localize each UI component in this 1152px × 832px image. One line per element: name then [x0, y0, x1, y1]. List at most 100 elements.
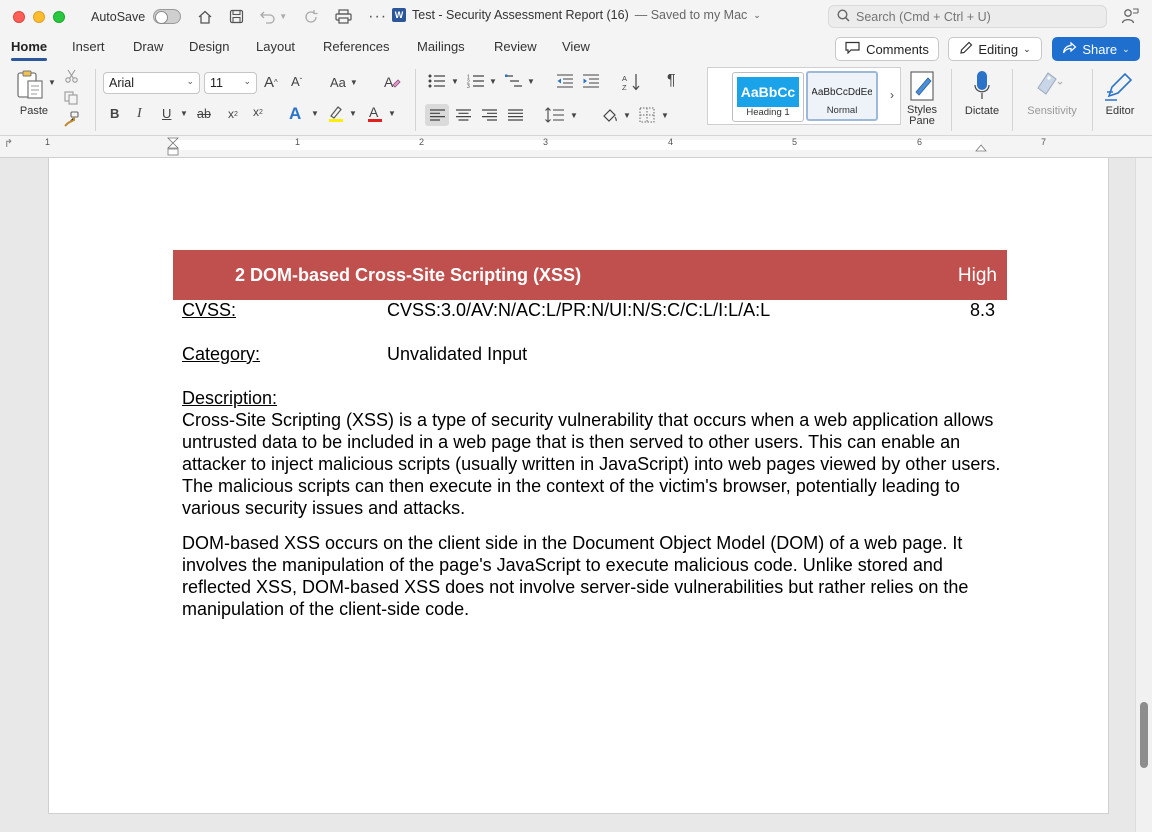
show-formatting-icon[interactable]: ¶: [667, 72, 676, 90]
dictate-button[interactable]: [970, 68, 994, 102]
style-heading-1[interactable]: AaBbCc Heading 1: [732, 72, 804, 122]
underline-options-chevron-icon[interactable]: ▼: [180, 109, 188, 118]
comments-button[interactable]: Comments: [835, 37, 939, 61]
style-normal[interactable]: AaBbCcDdEe Normal: [806, 71, 878, 121]
more-icon[interactable]: ···: [368, 8, 387, 26]
tab-selector-icon[interactable]: ↱: [4, 137, 13, 150]
copy-icon[interactable]: [64, 91, 78, 105]
cvss-label[interactable]: CVSS:: [182, 300, 236, 321]
highlight-icon[interactable]: [327, 104, 345, 122]
styles-more-chevron-icon[interactable]: ›: [890, 88, 894, 102]
bold-button[interactable]: B: [110, 106, 119, 121]
cvss-score[interactable]: 8.3: [970, 300, 995, 321]
align-left-button[interactable]: [425, 104, 449, 126]
minimize-window-button[interactable]: [33, 10, 45, 23]
editor-button[interactable]: [1103, 69, 1135, 103]
tab-insert[interactable]: Insert: [72, 39, 105, 54]
underline-button[interactable]: U: [162, 106, 171, 121]
finding-title[interactable]: 2 DOM-based Cross-Site Scripting (XSS): [235, 265, 581, 286]
share-button[interactable]: Share ⌄: [1052, 37, 1140, 61]
bullets-chevron-icon[interactable]: ▼: [451, 77, 459, 86]
shading-chevron-icon[interactable]: ▼: [623, 111, 631, 120]
document-title: Test - Security Assessment Report (16): [412, 8, 629, 22]
format-painter-icon[interactable]: [63, 111, 79, 127]
change-case-icon[interactable]: Aa ▼: [330, 75, 358, 90]
close-window-button[interactable]: [13, 10, 25, 23]
numbering-chevron-icon[interactable]: ▼: [489, 77, 497, 86]
document-page[interactable]: 2 DOM-based Cross-Site Scripting (XSS) H…: [48, 158, 1109, 814]
font-name-dropdown[interactable]: Arial ⌄: [103, 72, 200, 94]
category-label[interactable]: Category:: [182, 344, 260, 365]
align-right-icon[interactable]: [482, 109, 497, 121]
align-center-icon[interactable]: [456, 109, 471, 121]
grow-font-icon[interactable]: A ^: [264, 74, 278, 91]
text-effects-icon[interactable]: A: [289, 104, 301, 124]
numbering-icon[interactable]: 123: [467, 74, 485, 88]
zoom-window-button[interactable]: [53, 10, 65, 23]
ribbon-tabs: Home Insert Draw Design Layout Reference…: [0, 33, 1152, 63]
strikethrough-button[interactable]: ab: [197, 107, 211, 121]
home-ribbon: ▼ Paste Arial ⌄ 11 ⌄ A ^ Aˇ Aa ▼ A B I U …: [0, 63, 1152, 136]
tab-view[interactable]: View: [562, 39, 590, 54]
indent-marker-icon[interactable]: [167, 137, 179, 160]
italic-button[interactable]: I: [137, 106, 142, 122]
tab-layout[interactable]: Layout: [256, 39, 295, 54]
document-title-area[interactable]: W Test - Security Assessment Report (16)…: [392, 8, 761, 22]
dictate-label: Dictate: [964, 105, 1000, 117]
increase-indent-icon[interactable]: [582, 74, 600, 88]
redo-icon[interactable]: [303, 9, 319, 25]
sort-icon[interactable]: AZ: [622, 73, 642, 91]
sensitivity-button[interactable]: [1034, 69, 1064, 99]
autosave-toggle[interactable]: [153, 9, 182, 24]
borders-chevron-icon[interactable]: ▼: [661, 111, 669, 120]
superscript-icon[interactable]: x2: [253, 105, 263, 119]
text-effects-chevron-icon[interactable]: ▼: [311, 109, 319, 118]
vertical-scrollbar[interactable]: [1135, 158, 1152, 832]
tab-references[interactable]: References: [323, 39, 389, 54]
styles-pane-button[interactable]: [909, 69, 937, 103]
cut-icon[interactable]: [64, 69, 78, 83]
decrease-indent-icon[interactable]: [556, 74, 574, 88]
tab-review[interactable]: Review: [494, 39, 537, 54]
justify-icon[interactable]: [508, 109, 523, 121]
undo-icon[interactable]: ▼: [260, 10, 287, 24]
borders-icon[interactable]: [639, 107, 655, 123]
home-icon[interactable]: [197, 9, 213, 25]
clear-formatting-icon[interactable]: A: [383, 74, 401, 90]
description-paragraph-2[interactable]: DOM-based XSS occurs on the client side …: [182, 532, 1002, 620]
tab-mailings[interactable]: Mailings: [417, 39, 465, 54]
ruler-number: 3: [543, 137, 549, 147]
highlight-chevron-icon[interactable]: ▼: [349, 109, 357, 118]
search-box[interactable]: [828, 5, 1107, 28]
scrollbar-thumb[interactable]: [1140, 702, 1148, 768]
tab-design[interactable]: Design: [189, 39, 229, 54]
save-icon[interactable]: [229, 9, 244, 24]
shrink-font-icon[interactable]: Aˇ: [291, 74, 302, 89]
paste-button[interactable]: [12, 69, 48, 103]
multilevel-chevron-icon[interactable]: ▼: [527, 77, 535, 86]
multilevel-list-icon[interactable]: [505, 74, 523, 88]
cvss-vector[interactable]: CVSS:3.0/AV:N/AC:L/PR:N/UI:N/S:C/C:L/I:L…: [387, 300, 770, 321]
font-size-dropdown[interactable]: 11 ⌄: [204, 72, 257, 94]
font-color-chevron-icon[interactable]: ▼: [388, 109, 396, 118]
subscript-icon[interactable]: x2: [228, 107, 238, 121]
category-value[interactable]: Unvalidated Input: [387, 344, 527, 365]
paste-options-chevron-icon[interactable]: ▼: [48, 78, 56, 87]
account-icon[interactable]: [1121, 7, 1139, 28]
description-paragraph-1[interactable]: Cross-Site Scripting (XSS) is a type of …: [182, 409, 1002, 519]
right-indent-marker-icon[interactable]: [975, 142, 987, 157]
tab-draw[interactable]: Draw: [133, 39, 163, 54]
finding-severity[interactable]: High: [958, 265, 997, 287]
print-icon[interactable]: [335, 9, 352, 24]
font-color-icon[interactable]: A: [366, 104, 384, 122]
tab-home[interactable]: Home: [11, 39, 48, 61]
editing-mode-button[interactable]: Editing ⌄: [948, 37, 1042, 61]
line-spacing-icon[interactable]: [545, 107, 565, 123]
horizontal-ruler[interactable]: ↱ 1 1 2 3 4 5 6 7: [0, 136, 1152, 158]
search-input[interactable]: [856, 9, 1086, 24]
description-label[interactable]: Description:: [182, 388, 277, 409]
line-spacing-chevron-icon[interactable]: ▼: [570, 111, 578, 120]
document-canvas[interactable]: 2 DOM-based Cross-Site Scripting (XSS) H…: [0, 158, 1135, 832]
shading-icon[interactable]: [602, 107, 618, 123]
bullets-icon[interactable]: [428, 74, 446, 88]
